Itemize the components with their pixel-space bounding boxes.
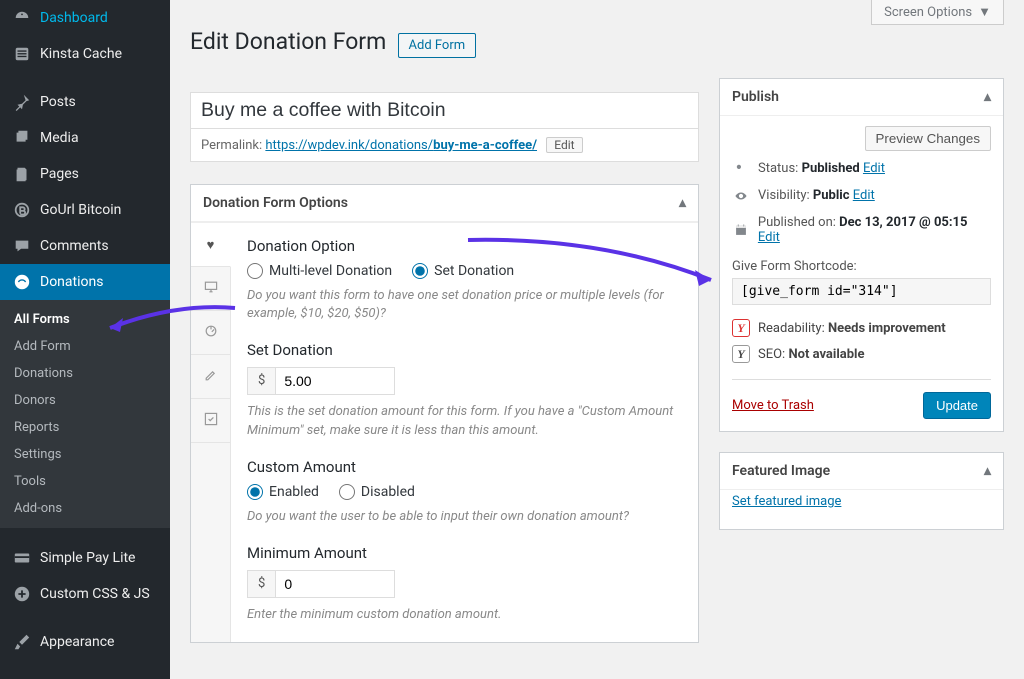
minimum-amount-help: Enter the minimum custom donation amount…: [247, 606, 682, 624]
dashboard-icon: [12, 8, 32, 28]
custom-amount-label: Custom Amount: [247, 458, 682, 476]
menu-posts[interactable]: Posts: [0, 84, 170, 120]
radio-set-donation[interactable]: Set Donation: [412, 263, 514, 279]
plus-circle-icon: [12, 584, 32, 604]
brush-icon: [12, 632, 32, 652]
published-edit-link[interactable]: Edit: [758, 230, 780, 245]
published-row: Published on: Dec 13, 2017 @ 05:15 Edit: [732, 209, 991, 251]
donations-submenu: All Forms Add Form Donations Donors Repo…: [0, 300, 170, 528]
check-square-icon: [203, 411, 219, 431]
featured-image-box: Featured Image ▴ Set featured image: [719, 452, 1004, 530]
admin-sidebar: Dashboard Kinsta Cache Posts Media Pages…: [0, 0, 170, 679]
radio-custom-disabled[interactable]: Disabled: [339, 484, 415, 500]
calendar-icon: [732, 223, 750, 237]
currency-symbol: $: [247, 367, 275, 395]
comments-icon: [12, 236, 32, 256]
yoast-readability-icon: Y: [732, 319, 750, 337]
dfo-tab-display[interactable]: [191, 267, 231, 311]
simplepay-icon: [12, 548, 32, 568]
dfo-tab-content[interactable]: [191, 355, 231, 399]
menu-comments[interactable]: Comments: [0, 228, 170, 264]
submenu-all-forms[interactable]: All Forms: [0, 306, 170, 333]
shortcode-input[interactable]: [732, 278, 991, 305]
permalink-link[interactable]: https://wpdev.ink/donations/buy-me-a-cof…: [265, 138, 537, 153]
triangle-up-icon: ▴: [679, 195, 686, 211]
set-donation-help: This is the set donation amount for this…: [247, 403, 682, 439]
move-to-trash-link[interactable]: Move to Trash: [732, 398, 814, 413]
monitor-icon: [203, 279, 219, 299]
main-content: Screen Options ▼ Edit Donation Form Add …: [170, 0, 1024, 679]
visibility-row: Visibility: Public Edit: [732, 182, 991, 209]
page-title: Edit Donation Form: [190, 28, 386, 55]
submenu-donations[interactable]: Donations: [0, 360, 170, 387]
publish-header[interactable]: Publish ▴: [720, 79, 1003, 116]
menu-dashboard[interactable]: Dashboard: [0, 0, 170, 36]
give-icon: [12, 272, 32, 292]
set-donation-input[interactable]: [275, 367, 395, 395]
chevron-down-icon: ▼: [978, 4, 991, 20]
submenu-reports[interactable]: Reports: [0, 414, 170, 441]
heart-icon: ♥: [207, 237, 215, 253]
bitcoin-icon: [12, 200, 32, 220]
menu-donations[interactable]: Donations: [0, 264, 170, 300]
permalink-row: Permalink: https://wpdev.ink/donations/b…: [190, 129, 699, 162]
pages-icon: [12, 164, 32, 184]
set-donation-label: Set Donation: [247, 341, 682, 359]
form-title-input[interactable]: [190, 92, 699, 129]
menu-appearance[interactable]: Appearance: [0, 624, 170, 660]
edit-icon: [203, 367, 219, 387]
status-edit-link[interactable]: Edit: [863, 161, 885, 176]
radio-custom-enabled[interactable]: Enabled: [247, 484, 319, 500]
menu-custom-css-js[interactable]: Custom CSS & JS: [0, 576, 170, 612]
key-icon: [732, 162, 750, 176]
donation-form-options-box: Donation Form Options ▴ ♥ Donation Optio…: [190, 184, 699, 643]
submenu-donors[interactable]: Donors: [0, 387, 170, 414]
minimum-amount-label: Minimum Amount: [247, 544, 682, 562]
donation-option-label: Donation Option: [247, 237, 682, 255]
seo-row: Y SEO: Not available: [732, 341, 991, 367]
dfo-tabs: ♥: [191, 223, 231, 642]
dfo-tab-terms[interactable]: [191, 399, 231, 443]
menu-simple-pay-lite[interactable]: Simple Pay Lite: [0, 540, 170, 576]
menu-media[interactable]: Media: [0, 120, 170, 156]
currency-symbol-min: $: [247, 570, 275, 598]
media-icon: [12, 128, 32, 148]
publish-box: Publish ▴ Preview Changes Status: Publis…: [719, 78, 1004, 432]
yoast-seo-icon: Y: [732, 345, 750, 363]
permalink-edit-button[interactable]: Edit: [546, 137, 582, 153]
submenu-settings[interactable]: Settings: [0, 441, 170, 468]
kinsta-icon: [12, 44, 32, 64]
triangle-up-icon: ▴: [984, 463, 991, 479]
eye-icon: [732, 189, 750, 203]
dfo-tab-general[interactable]: ♥: [191, 223, 231, 267]
shortcode-label: Give Form Shortcode:: [732, 259, 991, 274]
submenu-add-ons[interactable]: Add-ons: [0, 495, 170, 522]
pin-icon: [12, 92, 32, 112]
visibility-edit-link[interactable]: Edit: [853, 188, 875, 203]
featured-image-header[interactable]: Featured Image ▴: [720, 453, 1003, 490]
custom-amount-help: Do you want the user to be able to input…: [247, 508, 682, 526]
menu-gourl-bitcoin[interactable]: GoUrl Bitcoin: [0, 192, 170, 228]
dfo-header[interactable]: Donation Form Options ▴: [191, 185, 698, 222]
dfo-tab-goal[interactable]: [191, 311, 231, 355]
radio-multi-level[interactable]: Multi-level Donation: [247, 263, 392, 279]
screen-options-toggle[interactable]: Screen Options ▼: [871, 0, 1004, 25]
menu-pages[interactable]: Pages: [0, 156, 170, 192]
submenu-tools[interactable]: Tools: [0, 468, 170, 495]
minimum-amount-input[interactable]: [275, 570, 395, 598]
menu-kinsta-cache[interactable]: Kinsta Cache: [0, 36, 170, 72]
triangle-up-icon: ▴: [984, 89, 991, 105]
update-button[interactable]: Update: [923, 392, 991, 419]
set-featured-image-link[interactable]: Set featured image: [732, 490, 991, 517]
status-row: Status: Published Edit: [732, 155, 991, 182]
submenu-add-form[interactable]: Add Form: [0, 333, 170, 360]
target-icon: [203, 323, 219, 343]
readability-row: Y Readability: Needs improvement: [732, 315, 991, 341]
donation-option-help: Do you want this form to have one set do…: [247, 287, 682, 323]
add-form-button[interactable]: Add Form: [398, 33, 477, 58]
preview-changes-button[interactable]: Preview Changes: [865, 126, 991, 151]
